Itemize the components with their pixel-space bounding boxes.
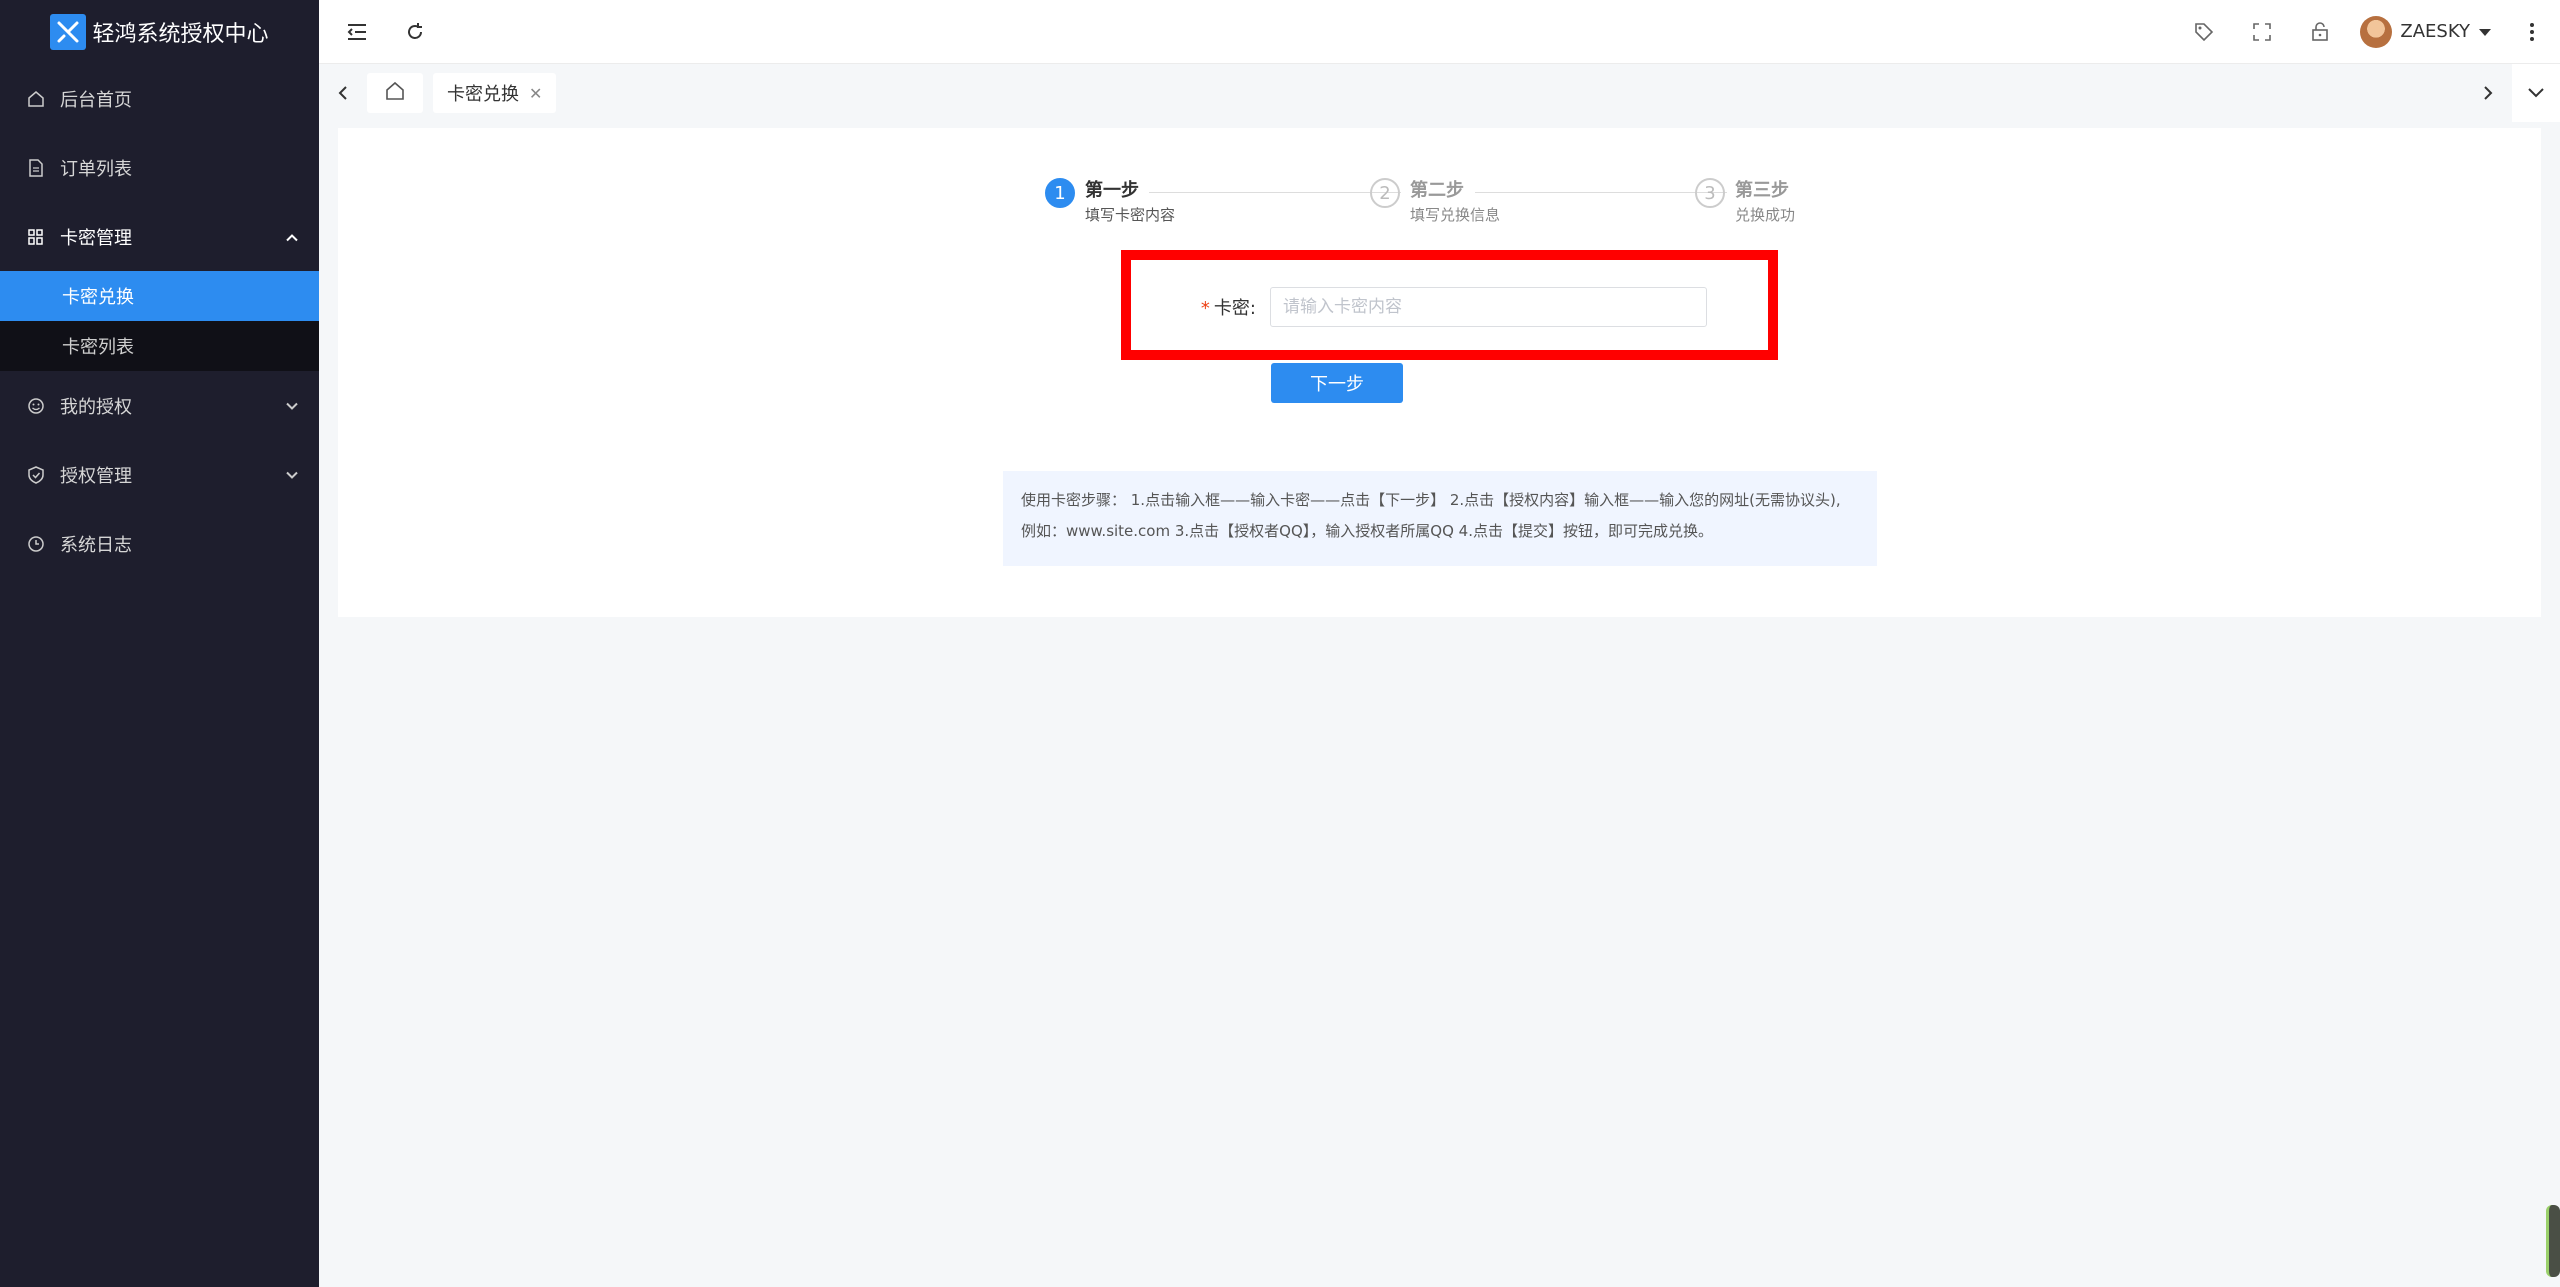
card-key-row: * 卡密: xyxy=(1196,287,1707,327)
sidebar-item-card-management[interactable]: 卡密管理 xyxy=(0,202,319,271)
chevron-down-icon xyxy=(285,464,299,485)
tag-icon[interactable] xyxy=(2186,14,2222,50)
avatar xyxy=(2360,15,2393,48)
step-desc: 兑换成功 xyxy=(1735,206,1796,224)
lock-icon[interactable] xyxy=(2302,14,2338,50)
tools-icon xyxy=(50,14,87,50)
chevron-down-icon xyxy=(285,395,299,416)
next-step-button[interactable]: 下一步 xyxy=(1271,363,1403,403)
sidebar-item-label: 卡密列表 xyxy=(62,337,134,358)
app-title: 轻鸿系统授权中心 xyxy=(92,22,269,47)
step-number: 2 xyxy=(1370,178,1400,208)
fullscreen-icon[interactable] xyxy=(2244,14,2280,50)
sidebar-item-label: 后台首页 xyxy=(60,89,132,111)
menu-collapse-icon[interactable] xyxy=(339,14,375,50)
tab-scroll-right-icon[interactable] xyxy=(2464,64,2512,122)
card-key-input[interactable] xyxy=(1270,287,1707,327)
step-1: 1 第一步 填写卡密内容 xyxy=(1045,178,1175,226)
sidebar-item-label: 系统日志 xyxy=(60,534,132,556)
home-icon xyxy=(26,89,46,109)
more-vertical-icon[interactable] xyxy=(2514,14,2550,50)
instructions-line-1: 使用卡密步骤： 1.点击输入框——输入卡密——点击【下一步】 2.点击【授权内容… xyxy=(1021,491,1841,509)
sidebar-item-label: 我的授权 xyxy=(60,396,132,418)
tab-scroll-left-icon[interactable] xyxy=(319,64,367,122)
step-number: 3 xyxy=(1695,178,1725,208)
instructions-line-2: 例如：www.site.com 3.点击【授权者QQ】，输入授权者所属QQ 4.… xyxy=(1021,522,1713,540)
sidebar-item-home[interactable]: 后台首页 xyxy=(0,64,319,133)
sidebar-item-label: 卡密兑换 xyxy=(62,287,134,308)
step-title: 第一步 xyxy=(1085,180,1139,201)
usage-instructions: 使用卡密步骤： 1.点击输入框——输入卡密——点击【下一步】 2.点击【授权内容… xyxy=(1003,471,1877,566)
step-title: 第二步 xyxy=(1410,180,1464,201)
user-name: ZAESKY xyxy=(2400,21,2470,42)
smile-icon xyxy=(26,396,46,416)
step-number: 1 xyxy=(1045,178,1075,208)
step-2: 2 第二步 填写兑换信息 xyxy=(1370,178,1500,226)
document-icon xyxy=(26,158,46,178)
step-desc: 填写卡密内容 xyxy=(1085,206,1176,224)
sidebar-item-system-log[interactable]: 系统日志 xyxy=(0,509,319,578)
tab-dropdown-icon[interactable] xyxy=(2512,64,2560,122)
sidebar: 轻鸿系统授权中心 后台首页 订单列表 卡密管理 卡密兑换 卡密列表 我的授权 授… xyxy=(0,0,319,1287)
sidebar-item-card-list[interactable]: 卡密列表 xyxy=(0,321,319,371)
clock-icon xyxy=(26,534,46,554)
sidebar-item-label: 授权管理 xyxy=(60,465,132,487)
step-connector xyxy=(1149,192,1401,193)
step-desc: 填写兑换信息 xyxy=(1410,206,1501,224)
sub-menu-card: 卡密兑换 卡密列表 xyxy=(0,271,319,371)
topbar: ZAESKY xyxy=(319,0,2560,64)
step-3: 3 第三步 兑换成功 xyxy=(1695,178,1795,226)
sidebar-item-orders[interactable]: 订单列表 xyxy=(0,133,319,202)
sidebar-item-label: 订单列表 xyxy=(60,158,132,180)
steps: 1 第一步 填写卡密内容 2 第二步 填写兑换信息 3 第三步 兑换成功 xyxy=(1045,178,2145,234)
grid-icon xyxy=(26,227,46,247)
step-title: 第三步 xyxy=(1735,180,1789,201)
sidebar-item-label: 卡密管理 xyxy=(60,227,132,249)
tab-bar: 卡密兑换 ✕ xyxy=(319,64,2560,122)
step-connector xyxy=(1475,192,1727,193)
tab-label: 卡密兑换 xyxy=(447,84,519,105)
caret-down-icon xyxy=(2478,21,2492,42)
required-mark: * xyxy=(1200,298,1210,319)
shield-icon xyxy=(26,465,46,485)
close-icon[interactable]: ✕ xyxy=(529,84,542,103)
sidebar-item-card-redeem[interactable]: 卡密兑换 xyxy=(0,271,319,321)
sidebar-item-authorization-management[interactable]: 授权管理 xyxy=(0,440,319,509)
user-menu[interactable]: ZAESKY xyxy=(2360,15,2492,48)
sidebar-item-my-authorization[interactable]: 我的授权 xyxy=(0,371,319,440)
floating-widget[interactable] xyxy=(2546,1205,2560,1277)
card-key-label-text: 卡密: xyxy=(1213,298,1256,319)
refresh-icon[interactable] xyxy=(397,14,433,50)
card-key-label: * 卡密: xyxy=(1196,294,1256,320)
tab-home[interactable] xyxy=(367,73,423,113)
tab-card-redeem[interactable]: 卡密兑换 ✕ xyxy=(433,73,557,113)
chevron-up-icon xyxy=(285,226,299,247)
app-logo[interactable]: 轻鸿系统授权中心 xyxy=(0,0,319,64)
home-icon xyxy=(385,81,405,106)
